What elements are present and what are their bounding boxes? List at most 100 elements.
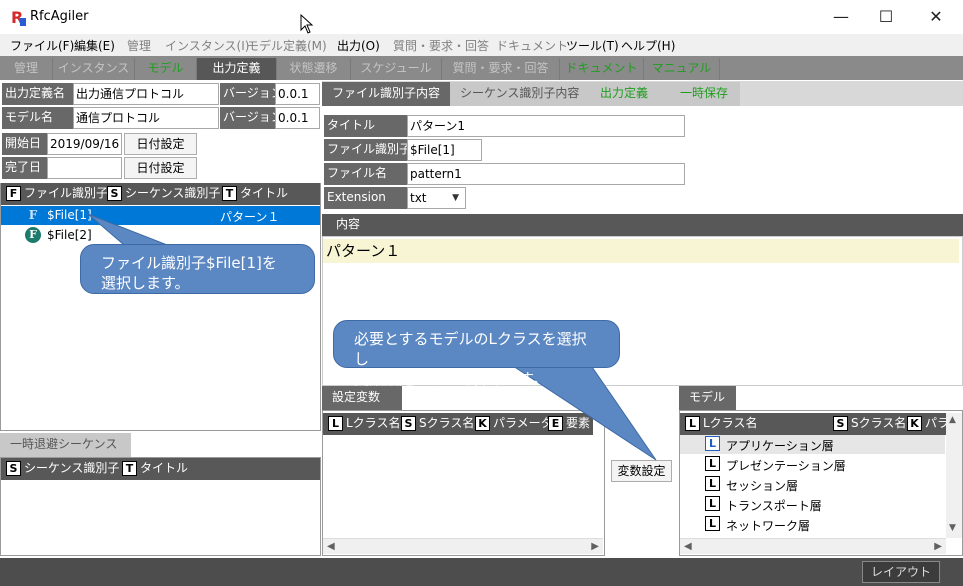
start-date-set-button[interactable]: 日付設定 xyxy=(124,133,197,155)
seq-id-column-label: シーケンス識別子 xyxy=(125,186,221,200)
start-date-field[interactable]: 2019/09/16 xyxy=(47,133,122,155)
horizontal-scrollbar[interactable]: ◀ ▶ xyxy=(680,538,946,554)
s-class-column-label: Sクラス名 xyxy=(419,416,475,430)
version-field[interactable]: 0.0.1 xyxy=(275,83,320,105)
s-badge-icon: S xyxy=(6,461,21,476)
model-s-class-column-label: Sクラス名 xyxy=(851,416,907,430)
seq-id-column[interactable]: S シーケンス識別子 xyxy=(104,183,220,203)
tab-manual[interactable]: マニュアル xyxy=(644,58,720,80)
tab-model-panel[interactable]: モデル xyxy=(679,386,736,410)
chevron-down-icon: ▼ xyxy=(452,193,459,203)
filename-field[interactable]: pattern1 xyxy=(407,163,685,185)
extension-select[interactable]: txt ▼ xyxy=(407,187,466,209)
scroll-down-icon[interactable]: ▼ xyxy=(949,523,956,533)
tab-qa[interactable]: 質問・要求・回答 xyxy=(442,58,560,80)
l-class-column[interactable]: L Lクラス名 xyxy=(325,413,400,433)
model-s-class-column[interactable]: S Sクラス名 xyxy=(830,413,906,433)
extension-label: Extension xyxy=(324,187,407,209)
model-param-column[interactable]: K パラ xyxy=(904,413,948,433)
content-header: 内容 xyxy=(322,214,963,236)
tab-output-def-sub[interactable]: 出力定義 xyxy=(590,82,670,106)
scroll-up-icon[interactable]: ▲ xyxy=(949,415,956,425)
f-file-icon: F xyxy=(25,227,41,243)
temp-title-column[interactable]: T タイトル xyxy=(119,458,188,478)
l-class-label: アプリケーション層 xyxy=(726,439,834,453)
app-logo-icon: R xyxy=(10,8,26,26)
extension-value: txt xyxy=(410,191,427,205)
right-tab-bar: ファイル識別子内容 シーケンス識別子内容 出力定義 一時保存 xyxy=(322,81,963,106)
menu-document[interactable]: ドキュメント xyxy=(496,37,568,54)
l-badge-icon: L xyxy=(705,476,720,491)
list-item[interactable]: L アプリケーション層 xyxy=(680,435,945,454)
content-text[interactable]: パターン１ xyxy=(323,239,959,263)
menu-admin[interactable]: 管理 xyxy=(127,37,151,54)
minimize-button[interactable]: — xyxy=(818,0,864,34)
tab-model[interactable]: モデル xyxy=(135,58,197,80)
tab-settings-vars[interactable]: 設定変数 xyxy=(322,386,402,410)
menu-edit[interactable]: 編集(E) xyxy=(74,37,115,54)
menu-file[interactable]: ファイル(F) xyxy=(10,37,74,54)
tab-output-def[interactable]: 出力定義 xyxy=(197,58,277,80)
temp-title-column-label: タイトル xyxy=(140,461,189,475)
tab-document[interactable]: ドキュメント xyxy=(560,58,644,80)
s-badge-icon: S xyxy=(833,416,848,431)
model-name-field[interactable]: 通信プロトコル xyxy=(73,107,219,129)
l-badge-icon: L xyxy=(685,416,700,431)
tab-schedule[interactable]: スケジュール xyxy=(351,58,442,80)
end-date-label: 完了日 xyxy=(2,157,47,179)
tab-seq-id-content[interactable]: シーケンス識別子内容 xyxy=(450,82,590,106)
tab-admin[interactable]: 管理 xyxy=(0,58,53,80)
menu-qa[interactable]: 質問・要求・回答 xyxy=(393,37,489,54)
l-class-label: トランスポート層 xyxy=(726,499,822,513)
scroll-left-icon[interactable]: ◀ xyxy=(684,541,692,552)
t-badge-icon: T xyxy=(222,186,237,201)
end-date-set-button[interactable]: 日付設定 xyxy=(124,157,197,179)
model-l-class-column[interactable]: L Lクラス名 xyxy=(682,413,757,433)
output-def-label: 出力定義名 xyxy=(2,83,73,105)
tab-temp-sequence[interactable]: 一時退避シーケンス xyxy=(0,433,131,457)
scroll-right-icon[interactable]: ▶ xyxy=(934,541,942,552)
file-id-field[interactable]: $File[1] xyxy=(407,139,482,161)
status-bar: レイアウト xyxy=(0,558,963,586)
horizontal-scrollbar[interactable]: ◀ ▶ xyxy=(323,538,603,554)
list-item[interactable]: L ネットワーク層 xyxy=(680,515,945,534)
maximize-button[interactable]: ☐ xyxy=(863,0,909,34)
model-version-label: バージョン xyxy=(220,107,275,129)
temp-seq-id-column[interactable]: S シーケンス識別子 xyxy=(3,458,119,478)
vertical-scrollbar[interactable]: ▲ ▼ xyxy=(946,413,962,538)
model-version-field[interactable]: 0.0.1 xyxy=(275,107,320,129)
menu-help[interactable]: ヘルプ(H) xyxy=(621,37,675,54)
list-item[interactable]: L セッション層 xyxy=(680,475,945,494)
menu-instance[interactable]: インスタンス(I) xyxy=(165,37,249,54)
menu-model-def[interactable]: モデル定義(M) xyxy=(247,37,327,54)
title-column-label: タイトル xyxy=(240,186,289,200)
l-class-column-label: Lクラス名 xyxy=(346,416,401,430)
menu-tools[interactable]: ツール(T) xyxy=(566,37,619,54)
filename-label: ファイル名 xyxy=(324,163,407,185)
title-column[interactable]: T タイトル xyxy=(219,183,288,203)
title-bar: R RfcAgiler — ☐ ✕ xyxy=(0,0,963,34)
f-file-icon: F xyxy=(28,208,38,222)
output-def-field[interactable]: 出力通信プロトコル xyxy=(73,83,219,105)
tab-file-id-content[interactable]: ファイル識別子内容 xyxy=(322,82,450,106)
l-class-label: セッション層 xyxy=(726,479,799,493)
file-id-column-label: ファイル識別子 xyxy=(24,186,109,200)
list-item[interactable]: L プレゼンテーション層 xyxy=(680,455,945,474)
close-button[interactable]: ✕ xyxy=(913,0,959,34)
model-l-class-column-label: Lクラス名 xyxy=(703,416,758,430)
end-date-field[interactable] xyxy=(47,157,122,179)
file-id-column[interactable]: F ファイル識別子 xyxy=(3,183,108,203)
s-class-column[interactable]: S Sクラス名 xyxy=(398,413,474,433)
tab-state-transition[interactable]: 状態遷移 xyxy=(277,58,351,80)
tab-temp-save[interactable]: 一時保存 xyxy=(670,82,740,106)
layout-button[interactable]: レイアウト xyxy=(862,561,940,583)
title-field[interactable]: パターン1 xyxy=(407,115,685,137)
l-badge-icon: L xyxy=(705,516,720,531)
tab-instance[interactable]: インスタンス xyxy=(53,58,135,80)
l-badge-icon: L xyxy=(705,456,720,471)
version-label: バージョン xyxy=(220,83,275,105)
scroll-left-icon[interactable]: ◀ xyxy=(327,541,335,552)
list-item[interactable]: L トランスポート層 xyxy=(680,495,945,514)
scroll-right-icon[interactable]: ▶ xyxy=(591,541,599,552)
menu-output[interactable]: 出力(O) xyxy=(337,37,380,54)
